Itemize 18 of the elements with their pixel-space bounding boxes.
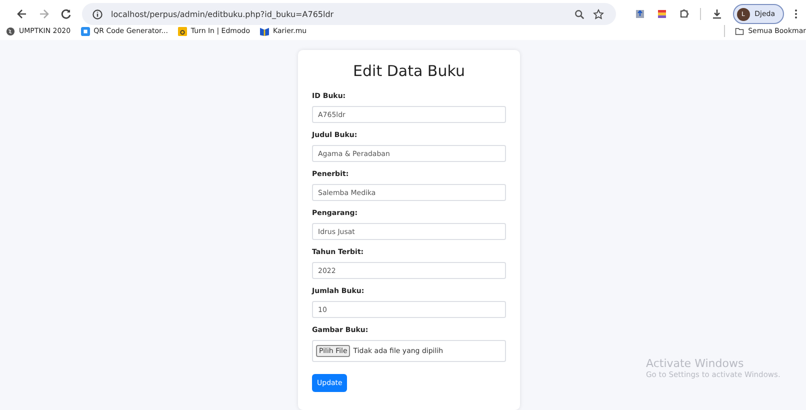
star-icon[interactable]	[592, 8, 604, 20]
download-icon[interactable]	[710, 8, 723, 20]
info-icon[interactable]	[92, 8, 103, 20]
color-extension-icon[interactable]	[656, 8, 668, 20]
activation-title: Activate Windows	[646, 357, 745, 370]
site-icon	[178, 26, 187, 36]
form-title: Edit Data Buku	[352, 62, 466, 80]
address-bar[interactable]: localhost/perpus/admin/editbuku.php?id_buku=A765ldr	[82, 3, 616, 25]
reload-icon[interactable]	[60, 8, 72, 20]
extension-icon[interactable]	[634, 8, 646, 20]
qr-icon	[80, 26, 90, 36]
menu-icon[interactable]	[794, 8, 798, 20]
book-icon	[260, 26, 269, 36]
folder-icon	[735, 26, 744, 36]
url-text: localhost/perpus/admin/editbuku.php?id_buku=A765ldr	[111, 10, 334, 18]
puzzle-icon[interactable]	[678, 8, 690, 20]
back-icon[interactable]	[16, 8, 28, 20]
zoom-icon[interactable]	[574, 8, 585, 20]
